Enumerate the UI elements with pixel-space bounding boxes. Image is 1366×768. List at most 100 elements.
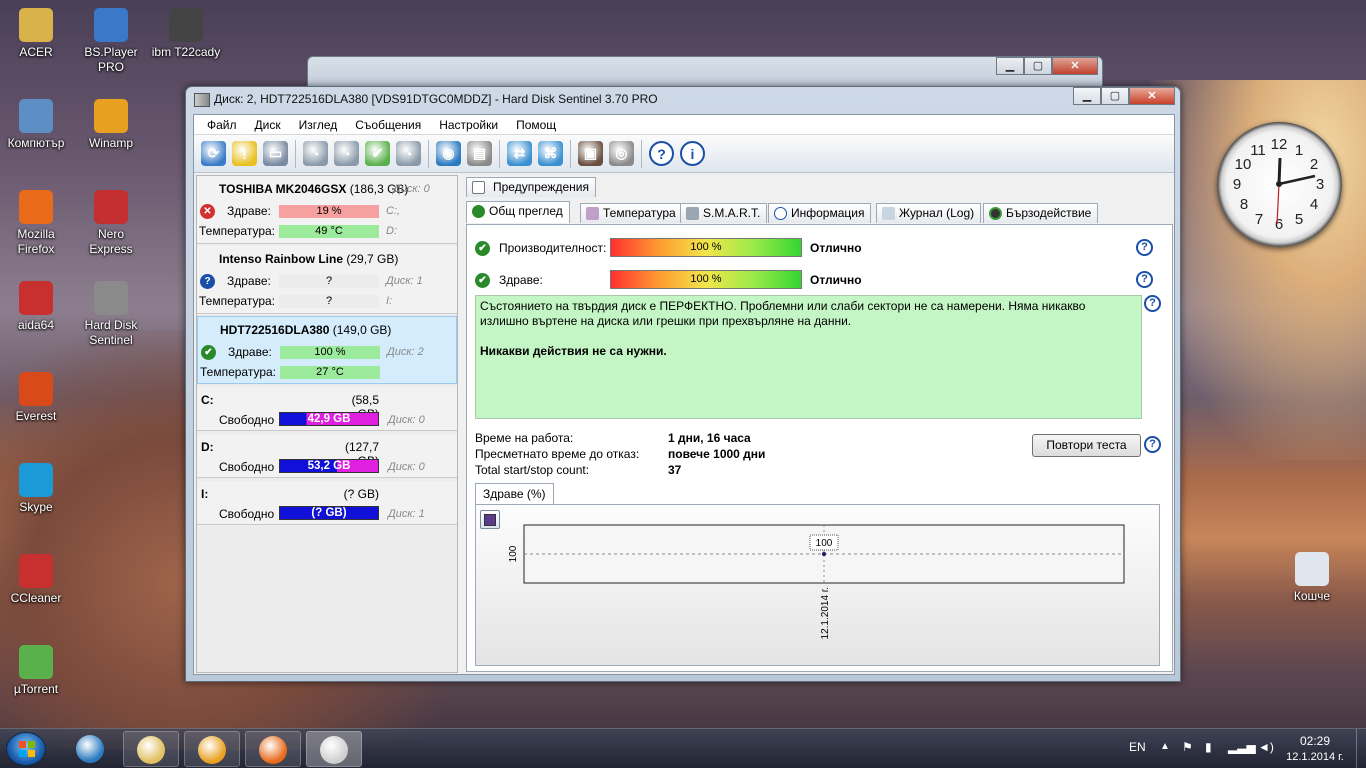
menu-help[interactable]: Помощ — [507, 118, 565, 132]
desktop-icon[interactable]: ibm T22cady — [150, 8, 222, 60]
back-close-button[interactable]: ✕ — [1052, 57, 1098, 75]
desktop-icon[interactable]: Mozilla Firefox — [0, 190, 72, 257]
info-icon[interactable]: i — [680, 141, 705, 166]
report-icon[interactable]: ▤ — [467, 141, 492, 166]
disk-card[interactable]: TOSHIBA MK2046GSX (186,3 GB) Диск: 0 ✕ Здра… — [197, 176, 457, 244]
network-icon[interactable]: ⌘ — [538, 141, 563, 166]
desktop-icon-label: BS.Player PRO — [84, 45, 138, 74]
partition-card[interactable]: D:(127,7 GB)Свободно53,2 GBДиск: 0 — [197, 434, 457, 478]
disk-card[interactable]: Intenso Rainbow Line (29,7 GB)? Здраве:? Д… — [197, 246, 457, 314]
desktop-icon[interactable]: Winamp — [75, 99, 147, 151]
partition-free-bar: (? GB) — [279, 506, 379, 520]
disk-temp-bar: 49 °C — [279, 225, 379, 238]
clock-time[interactable]: 02:29 — [1298, 734, 1332, 748]
back-maximize-button[interactable]: ▢ — [1024, 57, 1052, 75]
desktop-icon[interactable]: Everest — [0, 372, 72, 424]
disk-tool-2-icon[interactable]: ◔ — [334, 141, 359, 166]
partition-card[interactable]: I: (? GB) Свободно (? GB) Диск: 1 — [197, 481, 457, 525]
network-signal-icon[interactable]: ▂▃▅ — [1228, 740, 1256, 754]
desktop-app-icon — [19, 554, 53, 588]
performance-bar: 100 % — [610, 238, 802, 257]
status-help-icon[interactable]: ? — [1144, 295, 1161, 312]
disk-tool-3-icon[interactable]: ◔ — [396, 141, 421, 166]
show-desktop-button[interactable] — [1356, 729, 1366, 768]
disk-health-tag: C:, — [386, 205, 401, 217]
uptime-value: 1 дни, 16 часа — [668, 431, 751, 445]
desktop-icon[interactable]: aida64 — [0, 281, 72, 333]
volume-icon[interactable]: ◄) — [1258, 740, 1274, 754]
disk-icon[interactable]: ▭ — [263, 141, 288, 166]
language-indicator[interactable]: EN — [1129, 740, 1146, 754]
desktop-icon-label: aida64 — [17, 318, 55, 332]
menu-disk[interactable]: Диск — [246, 118, 290, 132]
title-bar[interactable]: Диск: 2, HDT722516DLA380 [VDS91DTGC0MDDZ… — [186, 87, 1180, 113]
start-button[interactable] — [6, 732, 46, 766]
action-center-icon[interactable]: ⚑ — [1182, 740, 1193, 754]
svg-text:6: 6 — [1275, 216, 1283, 233]
battery-icon[interactable]: ▮ — [1205, 740, 1212, 754]
disk-health-bar: ? — [279, 275, 379, 288]
monitor-icon[interactable]: ▣ — [578, 141, 603, 166]
estimate-label: Пресметнато време до отказ: — [475, 447, 640, 461]
clock-gadget[interactable]: 12 1 2 345 678 9 10 11 — [1217, 122, 1342, 247]
menu-messages[interactable]: Съобщения — [346, 118, 430, 132]
tab-temperature[interactable]: Температура — [580, 203, 683, 223]
taskbar-app-hdsentinel[interactable] — [306, 731, 362, 767]
desktop-icon[interactable]: CCleaner — [0, 554, 72, 606]
warning-icon[interactable]: ! — [232, 141, 257, 166]
desktop-app-icon — [94, 99, 128, 133]
desktop-icon[interactable]: Кошче — [1276, 552, 1348, 604]
globe-icon[interactable]: ◉ — [436, 141, 461, 166]
retest-help-icon[interactable]: ? — [1144, 436, 1161, 453]
tab-smart[interactable]: S.M.A.R.T. — [680, 203, 768, 223]
desktop-icon[interactable]: ACER — [0, 8, 72, 60]
info-tab-icon — [774, 207, 787, 220]
retest-button[interactable]: Повтори теста — [1032, 434, 1141, 457]
disk-check-icon[interactable]: ✔ — [365, 141, 390, 166]
menu-settings[interactable]: Настройки — [430, 118, 507, 132]
chart-tab-health[interactable]: Здраве (%) — [475, 483, 554, 505]
desktop-icon[interactable]: BS.Player PRO — [75, 8, 147, 75]
thermometer-icon — [586, 207, 599, 220]
refresh-icon[interactable]: ⟳ — [201, 141, 226, 166]
disk-health-tag: Диск: 2 — [387, 346, 424, 358]
desktop-icon-label: Mozilla Firefox — [17, 227, 55, 256]
maximize-button[interactable]: ▢ — [1101, 87, 1129, 105]
taskbar-app-ie[interactable] — [62, 731, 118, 767]
disk-health-label: Здраве: — [227, 204, 271, 218]
svg-text:2: 2 — [1310, 156, 1318, 173]
disk-tool-1-icon[interactable]: ◔ — [303, 141, 328, 166]
partition-card[interactable]: C:(58,5 GB)Свободно42,9 GBДиск: 0 — [197, 387, 457, 431]
tab-log-label: Журнал (Log) — [899, 206, 975, 220]
menu-file[interactable]: Файл — [198, 118, 246, 132]
clock-date[interactable]: 12.1.2014 г. — [1280, 751, 1350, 763]
partition-free-bar: 53,2 GB — [279, 459, 379, 473]
help-icon[interactable]: ? — [649, 141, 674, 166]
disk-card[interactable]: HDT722516DLA380 (149,0 GB) ✔ Здраве: 100 % Д… — [197, 316, 457, 384]
partition-size: (? GB) — [343, 487, 379, 501]
close-button[interactable]: ✕ — [1129, 87, 1175, 105]
sound-icon[interactable]: ◎ — [609, 141, 634, 166]
performance-help-icon[interactable]: ? — [1136, 239, 1153, 256]
tab-log[interactable]: Журнал (Log) — [876, 203, 982, 223]
menu-view[interactable]: Изглед — [290, 118, 347, 132]
tab-performance[interactable]: Бързодействие — [983, 203, 1099, 223]
tab-warnings[interactable]: Предупреждения — [466, 177, 596, 197]
desktop-icon[interactable]: Hard Disk Sentinel — [75, 281, 147, 348]
show-hidden-icons[interactable]: ▲ — [1160, 741, 1170, 752]
sync-icon[interactable]: ⇄ — [507, 141, 532, 166]
taskbar-app-media[interactable] — [184, 731, 240, 767]
tab-overview[interactable]: Общ преглед — [466, 201, 570, 223]
desktop-icon[interactable]: Skype — [0, 463, 72, 515]
desktop-icon[interactable]: Nero Express — [75, 190, 147, 257]
back-minimize-button[interactable]: ▁ — [996, 57, 1024, 75]
desktop-icon[interactable]: µTorrent — [0, 645, 72, 697]
desktop-icon[interactable]: Компютър — [0, 99, 72, 151]
taskbar-app-explorer[interactable] — [123, 731, 179, 767]
tab-information[interactable]: Информация — [768, 203, 872, 223]
taskbar-app-firefox[interactable] — [245, 731, 301, 767]
disk-list-panel: TOSHIBA MK2046GSX (186,3 GB) Диск: 0 ✕ Здра… — [196, 175, 458, 673]
disk-status-icon: ✕ — [200, 204, 215, 219]
minimize-button[interactable]: ▁ — [1073, 87, 1101, 105]
health-help-icon[interactable]: ? — [1136, 271, 1153, 288]
